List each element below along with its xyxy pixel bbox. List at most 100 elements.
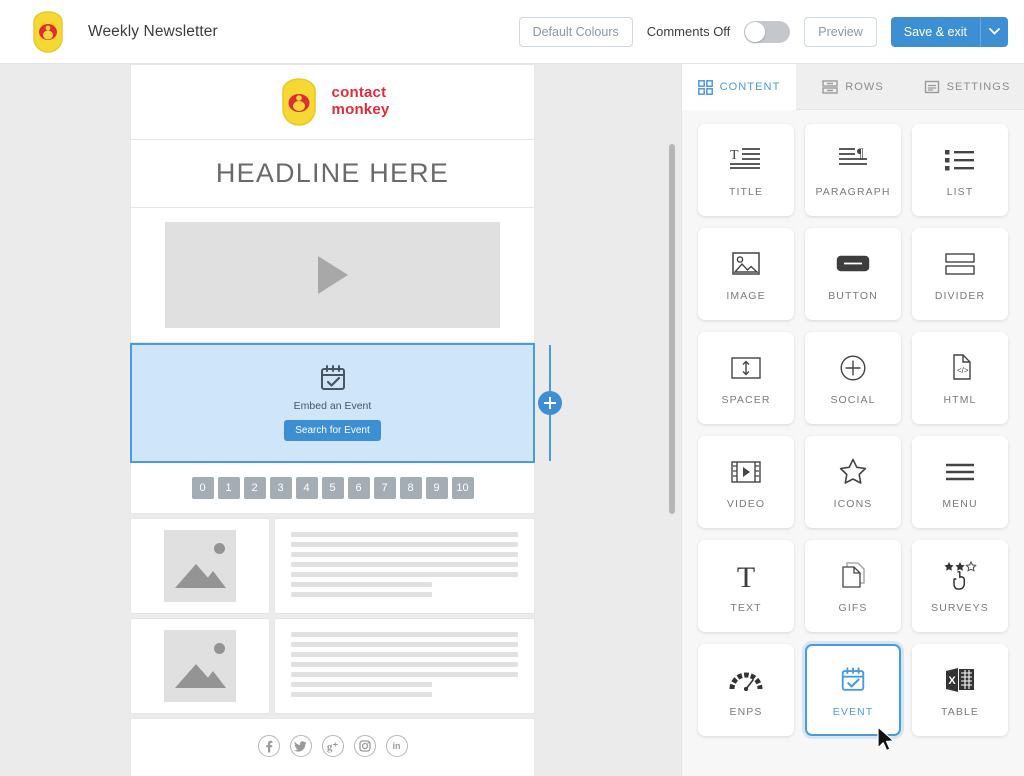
contactmonkey-wordmark: contact monkey bbox=[332, 84, 390, 119]
divider-icon bbox=[945, 247, 975, 281]
nps-cell[interactable]: 7 bbox=[373, 477, 396, 499]
tile-label: IMAGE bbox=[726, 289, 766, 302]
sun-dot bbox=[214, 643, 225, 654]
nps-cell[interactable]: 8 bbox=[399, 477, 422, 499]
nps-cell[interactable]: 0 bbox=[191, 477, 214, 499]
search-for-event-button[interactable]: Search for Event bbox=[284, 420, 381, 441]
save-dropdown-button[interactable] bbox=[980, 16, 1008, 47]
twitter-icon[interactable] bbox=[289, 735, 312, 757]
tile-label: GIFS bbox=[838, 601, 868, 614]
nps-cell[interactable]: 10 bbox=[451, 477, 474, 499]
text-line bbox=[291, 562, 518, 567]
tile-label: ICONS bbox=[833, 497, 873, 510]
text-line bbox=[291, 582, 432, 587]
block-tile-list[interactable]: LIST bbox=[912, 124, 1008, 216]
add-block-button[interactable] bbox=[538, 391, 562, 415]
tile-label: PARAGRAPH bbox=[815, 185, 891, 198]
nps-cell[interactable]: 4 bbox=[295, 477, 318, 499]
comments-toggle[interactable] bbox=[744, 20, 791, 43]
tab-content[interactable]: CONTENT bbox=[682, 64, 796, 110]
text-line bbox=[291, 552, 518, 557]
video-placeholder bbox=[165, 222, 500, 328]
comments-toggle-label: Comments Off bbox=[646, 24, 731, 39]
block-tile-surveys[interactable]: SURVEYS bbox=[912, 540, 1008, 632]
nps-cell[interactable]: 2 bbox=[243, 477, 266, 499]
tab-rows[interactable]: ROWS bbox=[796, 64, 910, 110]
plus-circle-icon bbox=[840, 351, 866, 385]
media-text-cell[interactable] bbox=[274, 618, 535, 714]
toggle-knob bbox=[745, 21, 766, 42]
contactmonkey-mark-icon bbox=[33, 10, 63, 53]
svg-text:</>: </> bbox=[957, 366, 969, 375]
sun-dot bbox=[214, 543, 225, 554]
email-video-block[interactable] bbox=[130, 208, 535, 343]
email-media-row[interactable] bbox=[130, 518, 535, 614]
block-tile-table[interactable]: X TABLE bbox=[912, 644, 1008, 736]
mountain-shape-small bbox=[200, 571, 226, 588]
builder-side-panel: CONTENT ROWS SETTINGS T TITLE ¶ PARAGRAP… bbox=[681, 64, 1024, 776]
spacer-arrows-icon bbox=[731, 351, 761, 385]
block-tile-video[interactable]: VIDEO bbox=[698, 436, 794, 528]
block-tile-menu[interactable]: MENU bbox=[912, 436, 1008, 528]
block-tile-text[interactable]: T TEXT bbox=[698, 540, 794, 632]
save-and-exit-button[interactable]: Save & exit bbox=[890, 16, 980, 47]
star-outline-icon bbox=[839, 455, 867, 489]
svg-text:¶: ¶ bbox=[857, 146, 864, 162]
instagram-icon[interactable] bbox=[353, 735, 376, 757]
block-tile-button[interactable]: BUTTON bbox=[805, 228, 901, 320]
code-file-icon: </> bbox=[949, 351, 972, 385]
block-tile-image[interactable]: IMAGE bbox=[698, 228, 794, 320]
canvas-scrollbar[interactable] bbox=[669, 144, 675, 514]
image-placeholder-icon bbox=[164, 630, 236, 702]
svg-text:T: T bbox=[737, 561, 755, 591]
email-body: contact monkey HEADLINE HERE Embed an Ev… bbox=[130, 64, 562, 776]
nps-cell[interactable]: 3 bbox=[269, 477, 292, 499]
block-tile-social[interactable]: SOCIAL bbox=[805, 332, 901, 424]
default-colours-button[interactable]: Default Colours bbox=[518, 16, 633, 47]
nps-cell[interactable]: 6 bbox=[347, 477, 370, 499]
film-play-icon bbox=[731, 455, 761, 489]
email-media-row[interactable] bbox=[130, 618, 535, 714]
block-tile-title[interactable]: T TITLE bbox=[698, 124, 794, 216]
block-tile-spacer[interactable]: SPACER bbox=[698, 332, 794, 424]
image-icon bbox=[732, 247, 760, 281]
email-canvas[interactable]: contact monkey HEADLINE HERE Embed an Ev… bbox=[0, 64, 681, 776]
linkedin-icon[interactable]: in bbox=[385, 735, 408, 757]
google-plus-icon[interactable]: g⁺ bbox=[321, 735, 344, 757]
block-tile-paragraph[interactable]: ¶ PARAGRAPH bbox=[805, 124, 901, 216]
block-tile-html[interactable]: </> HTML bbox=[912, 332, 1008, 424]
email-social-block[interactable]: g⁺ in bbox=[130, 718, 535, 776]
media-image-cell[interactable] bbox=[130, 618, 270, 714]
play-triangle-icon bbox=[317, 256, 348, 294]
block-tile-icons[interactable]: ICONS bbox=[805, 436, 901, 528]
email-event-block-selected[interactable]: Embed an Event Search for Event bbox=[130, 343, 562, 463]
tile-label: MENU bbox=[942, 497, 978, 510]
text-line bbox=[291, 592, 432, 597]
block-tile-enps[interactable]: ENPS bbox=[698, 644, 794, 736]
block-tile-gifs[interactable]: GIFS bbox=[805, 540, 901, 632]
text-line bbox=[291, 652, 518, 657]
svg-text:X: X bbox=[948, 675, 956, 687]
media-image-cell[interactable] bbox=[130, 518, 270, 614]
preview-button[interactable]: Preview bbox=[804, 16, 877, 47]
facebook-icon[interactable] bbox=[257, 735, 280, 757]
content-blocks-grid: T TITLE ¶ PARAGRAPH LIST IMAGE BUTTON DI… bbox=[682, 110, 1024, 750]
block-tile-divider[interactable]: DIVIDER bbox=[912, 228, 1008, 320]
toolbar-actions: Default Colours Comments Off Preview Sav… bbox=[518, 16, 1008, 47]
email-nps-scale-block[interactable]: 0 1 2 3 4 5 6 7 8 9 10 bbox=[130, 463, 535, 514]
text-line bbox=[291, 692, 432, 697]
nps-cell[interactable]: 5 bbox=[321, 477, 344, 499]
text-line bbox=[291, 632, 518, 637]
rows-stack-icon bbox=[822, 79, 838, 94]
calendar-check-icon bbox=[839, 663, 867, 697]
text-line bbox=[291, 572, 518, 577]
email-logo-block[interactable]: contact monkey bbox=[130, 64, 535, 140]
email-headline-block[interactable]: HEADLINE HERE bbox=[130, 140, 535, 208]
tile-label: SPACER bbox=[721, 393, 771, 406]
block-tile-event[interactable]: EVENT bbox=[805, 644, 901, 736]
nps-cell[interactable]: 9 bbox=[425, 477, 448, 499]
nps-cell[interactable]: 1 bbox=[217, 477, 240, 499]
media-text-cell[interactable] bbox=[274, 518, 535, 614]
tab-settings[interactable]: SETTINGS bbox=[910, 64, 1024, 110]
mountain-shape-small bbox=[200, 671, 226, 688]
